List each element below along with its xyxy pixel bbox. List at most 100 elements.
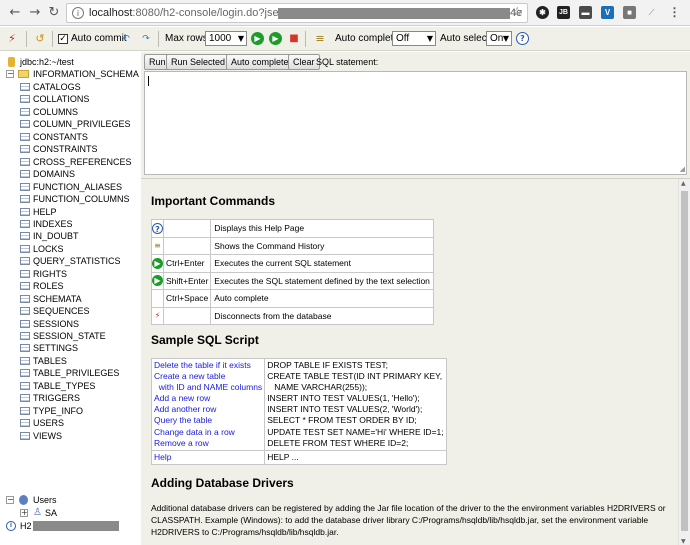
- scroll-thumb[interactable]: [681, 191, 688, 531]
- tree-schema[interactable]: − INFORMATION_SCHEMA: [0, 68, 140, 80]
- tree-table-item[interactable]: LOCKS: [0, 243, 140, 255]
- tree-table-item[interactable]: COLUMNS: [0, 106, 140, 118]
- sample-action-link[interactable]: Remove a row: [154, 438, 262, 449]
- history-icon[interactable]: ≡: [152, 240, 163, 251]
- max-rows-select[interactable]: 1000 ▼: [205, 31, 247, 46]
- resize-grip-icon[interactable]: ◢: [680, 166, 685, 173]
- tree-table-item[interactable]: TRIGGERS: [0, 392, 140, 404]
- collapse-icon[interactable]: −: [6, 70, 14, 78]
- sample-action-link[interactable]: Add a new row: [154, 393, 262, 404]
- auto-select-select[interactable]: On ▼: [486, 31, 512, 46]
- tree-table-item[interactable]: COLUMN_PRIVILEGES: [0, 118, 140, 130]
- help-icon[interactable]: ?: [516, 32, 529, 45]
- run-selected-icon[interactable]: ▶: [152, 275, 163, 287]
- sample-action-link[interactable]: Delete the table if it exists: [154, 360, 262, 371]
- tree-table-item[interactable]: SEQUENCES: [0, 305, 140, 317]
- help-link[interactable]: Help: [154, 452, 171, 462]
- vertical-scrollbar[interactable]: ▲ ▼: [678, 179, 690, 545]
- chevron-down-icon: ▼: [502, 34, 509, 43]
- table-icon: [20, 406, 30, 415]
- sample-action-link[interactable]: Add another row: [154, 404, 262, 415]
- tree-table-item[interactable]: SESSIONS: [0, 318, 140, 330]
- refresh-icon[interactable]: ↺: [33, 32, 47, 46]
- tree-table-item[interactable]: CROSS_REFERENCES: [0, 156, 140, 168]
- command-shortcut: [162, 219, 212, 238]
- table-label: VIEWS: [33, 430, 63, 441]
- tree-table-item[interactable]: DOMAINS: [0, 168, 140, 180]
- history-icon[interactable]: ≡: [313, 32, 327, 46]
- tree-users[interactable]: − Users: [0, 494, 140, 506]
- tree-connection[interactable]: jdbc:h2:~/test: [0, 56, 140, 68]
- address-bar[interactable]: i localhost:8080/h2-console/login.do?jse…: [66, 3, 528, 23]
- help-icon[interactable]: ?: [152, 222, 163, 234]
- auto-complete-select[interactable]: Off ▼: [392, 31, 436, 46]
- menu-icon[interactable]: ⋮: [668, 6, 681, 19]
- back-icon[interactable]: ←: [6, 4, 24, 22]
- tree-user-sa[interactable]: + ♙ SA: [0, 507, 140, 519]
- auto-complete-button[interactable]: Auto complete: [226, 54, 294, 70]
- sql-input[interactable]: ◢: [144, 71, 687, 175]
- run-selected-icon[interactable]: ▶: [269, 32, 282, 45]
- tree-table-item[interactable]: INDEXES: [0, 218, 140, 230]
- table-label: USERS: [33, 418, 65, 429]
- run-icon[interactable]: ▶: [251, 32, 264, 45]
- tree-table-item[interactable]: FUNCTION_COLUMNS: [0, 193, 140, 205]
- clear-button[interactable]: Clear: [288, 54, 320, 70]
- sample-action-link[interactable]: with ID and NAME columns: [154, 382, 262, 393]
- table-label: LOCKS: [33, 243, 64, 254]
- tree-table-item[interactable]: HELP: [0, 206, 140, 218]
- rollback-icon[interactable]: ↶: [119, 32, 133, 46]
- scroll-down-icon[interactable]: ▼: [681, 538, 686, 545]
- tree-table-item[interactable]: SESSION_STATE: [0, 330, 140, 342]
- tree-table-item[interactable]: TABLE_PRIVILEGES: [0, 367, 140, 379]
- tree-table-item[interactable]: TYPE_INFO: [0, 405, 140, 417]
- settings-extension-icon[interactable]: ✱: [536, 6, 549, 19]
- command-row: ⚡ Disconnects from the database: [151, 306, 434, 325]
- stop-icon[interactable]: ■: [287, 32, 301, 46]
- tree-table-item[interactable]: CATALOGS: [0, 81, 140, 93]
- tree-table-item[interactable]: COLLATIONS: [0, 93, 140, 105]
- run-icon[interactable]: ▶: [152, 257, 163, 269]
- table-label: TRIGGERS: [33, 393, 81, 404]
- camera-extension-icon[interactable]: ▬: [579, 6, 592, 19]
- tree-table-item[interactable]: SETTINGS: [0, 342, 140, 354]
- tree-table-item[interactable]: FUNCTION_ALIASES: [0, 181, 140, 193]
- tree-table-item[interactable]: SCHEMATA: [0, 293, 140, 305]
- tree-table-item[interactable]: RIGHTS: [0, 268, 140, 280]
- sample-action-link[interactable]: Create a new table: [154, 371, 262, 382]
- table-icon: [20, 219, 30, 228]
- table-icon: [20, 195, 30, 204]
- table-icon: [20, 132, 30, 141]
- disconnect-icon[interactable]: ⚡: [152, 310, 163, 321]
- forward-icon[interactable]: →: [26, 4, 44, 22]
- sample-sql-line: CREATE TABLE TEST(ID INT PRIMARY KEY,: [267, 371, 443, 382]
- bookmark-star-icon[interactable]: ☆: [511, 5, 523, 20]
- collapse-icon[interactable]: −: [6, 496, 14, 504]
- tree-table-item[interactable]: USERS: [0, 417, 140, 429]
- sample-action-link[interactable]: Query the table: [154, 415, 262, 426]
- wand-extension-icon[interactable]: ⟋: [645, 6, 658, 19]
- tree-table-item[interactable]: CONSTRAINTS: [0, 143, 140, 155]
- square-extension-icon[interactable]: ■: [623, 6, 636, 19]
- redacted-version: [33, 521, 119, 531]
- reload-icon[interactable]: ↻: [45, 4, 63, 22]
- info-icon[interactable]: i: [72, 7, 84, 19]
- tree-table-item[interactable]: TABLE_TYPES: [0, 380, 140, 392]
- tree-table-item[interactable]: VIEWS: [0, 430, 140, 442]
- table-label: FUNCTION_COLUMNS: [33, 194, 130, 205]
- run-selected-button[interactable]: Run Selected: [166, 54, 231, 70]
- table-label: CROSS_REFERENCES: [33, 156, 132, 167]
- tree-table-item[interactable]: TABLES: [0, 355, 140, 367]
- tree-table-item[interactable]: IN_DOUBT: [0, 230, 140, 242]
- scroll-up-icon[interactable]: ▲: [681, 180, 686, 187]
- disconnect-icon[interactable]: ⚡: [5, 32, 19, 46]
- tree-table-item[interactable]: ROLES: [0, 280, 140, 292]
- v-extension-icon[interactable]: V: [601, 6, 614, 19]
- expand-icon[interactable]: +: [20, 509, 28, 517]
- commit-icon[interactable]: ↷: [139, 32, 153, 46]
- auto-commit-checkbox[interactable]: ✓: [58, 34, 68, 44]
- tree-table-item[interactable]: QUERY_STATISTICS: [0, 255, 140, 267]
- tree-table-item[interactable]: CONSTANTS: [0, 131, 140, 143]
- jb-extension-icon[interactable]: JB: [557, 6, 570, 19]
- sample-action-link[interactable]: Change data in a row: [154, 427, 262, 438]
